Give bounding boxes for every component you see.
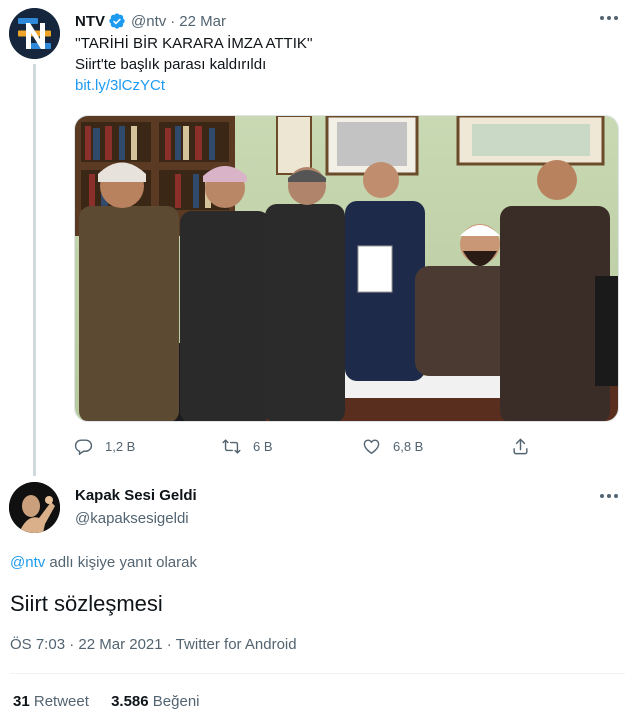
ntv-logo-icon — [9, 8, 60, 59]
retweets-stat[interactable]: 31 Retweet — [13, 693, 89, 710]
like-action[interactable]: 6,8 B — [362, 434, 423, 458]
retweet-label: Retweet — [33, 693, 89, 710]
reply-text: Siirt sözleşmesi — [10, 591, 163, 616]
reply-to-handle[interactable]: @ntv — [10, 554, 45, 571]
retweet-icon — [222, 438, 241, 454]
divider — [10, 673, 625, 674]
like-label: Beğeni — [152, 693, 200, 710]
tweet-ntv[interactable]: NTV @ntv · 22 Mar ''TARİHİ BİR KARARA İM… — [0, 0, 635, 478]
engagement-stats: 31 Retweet 3.586 Beğeni — [13, 693, 200, 710]
kapaksesigeldi-avatar[interactable] — [9, 482, 60, 533]
reply-date[interactable]: 22 Mar 2021 — [78, 636, 162, 653]
reply-to-text: adlı kişiye yanıt olarak — [45, 554, 197, 571]
retweet-action[interactable]: 6 B — [222, 434, 273, 458]
tweet-meta: ÖS 7:03 · 22 Mar 2021 · Twitter for Andr… — [10, 636, 297, 653]
likes-stat[interactable]: 3.586 Beğeni — [111, 693, 199, 710]
retweet-total: 31 — [13, 693, 30, 710]
share-action[interactable] — [511, 434, 530, 458]
author-handle[interactable]: @ntv — [131, 13, 166, 30]
photo-image — [75, 116, 618, 421]
separator-dot: · — [170, 12, 176, 30]
thread-line — [33, 64, 36, 476]
separator-dot: · — [69, 636, 79, 653]
reply-author-handle[interactable]: @kapaksesigeldi — [75, 510, 189, 527]
reply-count: 1,2 B — [105, 438, 136, 454]
avatar-image — [9, 482, 60, 533]
tweet-header: NTV @ntv · 22 Mar — [75, 11, 226, 31]
retweet-count: 6 B — [253, 438, 273, 454]
tweet-action-bar: 1,2 B 6 B 6,8 B — [74, 434, 544, 458]
reply-time[interactable]: ÖS 7:03 — [10, 636, 65, 653]
tweet-text-line2: Siirt'te başlık parası kaldırıldı — [75, 56, 267, 73]
reply-icon — [74, 438, 93, 455]
more-icon[interactable] — [600, 494, 618, 500]
share-icon — [513, 438, 528, 454]
reply-source[interactable]: Twitter for Android — [176, 636, 297, 653]
verified-badge-icon — [109, 13, 125, 29]
tweet-photo[interactable] — [74, 115, 619, 422]
replying-to: @ntv adlı kişiye yanıt olarak — [10, 554, 197, 571]
ntv-avatar[interactable] — [9, 8, 60, 59]
reply-author-name[interactable]: Kapak Sesi Geldi — [75, 487, 197, 504]
like-icon — [363, 438, 380, 454]
like-count: 6,8 B — [393, 438, 424, 454]
like-total: 3.586 — [111, 693, 149, 710]
author-name[interactable]: NTV — [75, 13, 105, 30]
tweet-date[interactable]: 22 Mar — [179, 13, 226, 30]
more-icon[interactable] — [600, 16, 618, 22]
tweet-link[interactable]: bit.ly/3lCzYCt — [75, 76, 165, 96]
reply-action[interactable]: 1,2 B — [74, 434, 135, 458]
separator-dot: · — [166, 636, 176, 653]
tweet-text-line1: ''TARİHİ BİR KARARA İMZA ATTIK'' — [75, 35, 313, 52]
